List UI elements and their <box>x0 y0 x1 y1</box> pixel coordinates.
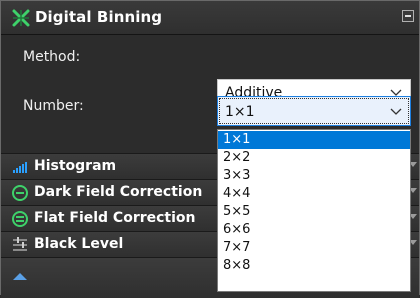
dark-field-icon <box>12 185 28 201</box>
dropdown-option[interactable]: 3×3 <box>218 167 410 185</box>
panel-header[interactable]: Digital Binning <box>1 1 419 35</box>
dropdown-option[interactable]: 2×2 <box>218 149 410 167</box>
section-histogram-label: Histogram <box>34 158 117 174</box>
panel-title: Digital Binning <box>35 8 163 26</box>
black-level-icon <box>13 237 27 251</box>
section-dark-field-label: Dark Field Correction <box>34 184 203 200</box>
method-label: Method: <box>23 49 81 65</box>
collapse-button[interactable] <box>402 10 414 22</box>
number-label: Number: <box>23 98 84 114</box>
dropdown-option[interactable]: 8×8 <box>218 257 410 275</box>
chevron-down-icon <box>390 108 402 115</box>
number-select[interactable]: 1×1 <box>217 96 411 126</box>
section-icon <box>13 273 27 280</box>
section-black-level-label: Black Level <box>34 236 124 252</box>
dropdown-option[interactable]: 4×4 <box>218 185 410 203</box>
number-select-value: 1×1 <box>225 104 255 120</box>
dropdown-option[interactable]: 7×7 <box>218 239 410 257</box>
binning-panel: Digital Binning Method: Additive Number:… <box>0 0 420 298</box>
number-dropdown-list[interactable]: 1×1 2×2 3×3 4×4 5×5 6×6 7×7 8×8 <box>217 129 411 292</box>
flat-field-icon <box>12 211 28 227</box>
dropdown-option[interactable]: 1×1 <box>218 131 410 149</box>
histogram-icon <box>13 162 27 173</box>
dropdown-option[interactable]: 6×6 <box>218 221 410 239</box>
binning-x-icon <box>12 9 30 27</box>
section-flat-field-label: Flat Field Correction <box>34 210 196 226</box>
dropdown-option[interactable]: 5×5 <box>218 203 410 221</box>
